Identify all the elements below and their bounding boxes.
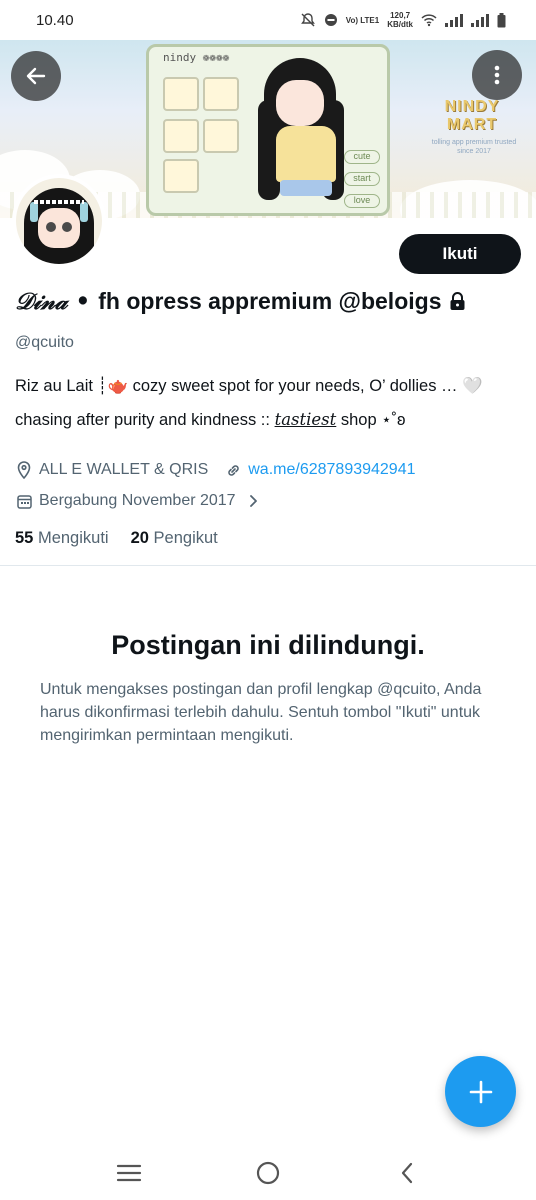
system-nav-bar xyxy=(0,1146,536,1200)
arrow-left-icon xyxy=(26,67,46,85)
display-name: 𝒟𝒾𝓃𝒶 • fh opress appremium @beloigs xyxy=(15,288,525,315)
home-circle-icon xyxy=(256,1161,280,1185)
display-name-text: fh opress appremium @beloigs xyxy=(98,288,442,314)
profile-meta-row-2[interactable]: Bergabung November 2017 xyxy=(15,492,258,510)
network-type-label: Vo) LTE1 xyxy=(345,15,380,25)
system-back-button[interactable] xyxy=(387,1153,427,1193)
followers-count: 20 xyxy=(130,529,149,547)
avatar-eye xyxy=(46,222,56,232)
protected-title: Postingan ini dilindungi. xyxy=(111,630,425,660)
banner-logo-line2: MART xyxy=(446,116,498,133)
menu-lines-icon xyxy=(117,1164,142,1182)
avatar-pearls xyxy=(34,200,84,204)
protected-message: Untuk mengakses postingan dan profil len… xyxy=(40,681,482,744)
banner-logo: NINDY MART xyxy=(430,98,514,134)
back-button[interactable] xyxy=(11,51,61,101)
network-speed-unit: KB/dtk xyxy=(387,20,413,29)
banner-logo-sub: tolling app premium trusted since 2017 xyxy=(431,139,517,155)
status-bar: 10.40 Vo) LTE1 120,7 KB/dtk xyxy=(0,0,536,40)
banner-pill-start: start xyxy=(344,172,380,186)
recent-apps-button[interactable] xyxy=(109,1153,149,1193)
following-count: 55 xyxy=(15,529,34,547)
banner-pill-cute: cute xyxy=(344,150,380,164)
banner-doll-skirt xyxy=(280,180,332,196)
status-icons: Vo) LTE1 120,7 KB/dtk xyxy=(300,11,506,29)
banner-doll-body xyxy=(276,126,336,182)
followers-label: Pengikut xyxy=(153,529,218,547)
wifi-icon xyxy=(421,14,437,27)
following-stat[interactable]: 55 Mengikuti xyxy=(15,529,109,548)
signal-strength-1-icon xyxy=(445,13,463,27)
more-options-button[interactable] xyxy=(472,50,522,100)
avatar-image xyxy=(16,178,102,264)
banner-panel-title: nindy ❁❁❁❁ xyxy=(163,51,230,64)
website-link[interactable]: wa.me/6287893942941 xyxy=(248,461,415,479)
divider xyxy=(0,565,536,566)
banner-tile xyxy=(163,119,199,153)
avatar-face xyxy=(38,208,80,248)
bio-line-1: Riz au Lait ┊🫖 cozy sweet spot for your … xyxy=(15,377,483,395)
banner-tile xyxy=(163,77,199,111)
home-button[interactable] xyxy=(248,1153,288,1193)
signal-strength-2-icon xyxy=(471,13,489,27)
lock-icon xyxy=(450,292,465,310)
avatar-eye xyxy=(62,222,72,232)
banner-tile xyxy=(163,159,199,193)
display-name-prefix: 𝒟𝒾𝓃𝒶 • xyxy=(15,288,91,315)
location-text: ALL E WALLET & QRIS xyxy=(39,461,209,478)
avatar-ribbon xyxy=(80,202,88,222)
mute-notifications-icon xyxy=(300,13,315,27)
calendar-icon xyxy=(15,492,33,510)
chevron-right-icon xyxy=(249,495,257,507)
avatar[interactable] xyxy=(12,174,106,268)
following-label: Mengikuti xyxy=(37,529,109,547)
network-speed-value: 120,7 xyxy=(390,11,411,20)
do-not-disturb-icon xyxy=(324,14,337,26)
compose-button[interactable] xyxy=(445,1056,516,1127)
battery-icon xyxy=(497,12,506,27)
profile-meta-row-1: ALL E WALLET & QRIS wa.me/6287893942941 xyxy=(15,461,416,479)
link-icon xyxy=(224,461,242,479)
banner-tile xyxy=(203,77,239,111)
bio-line-2-start: chasing after purity and kindness :: xyxy=(15,411,275,429)
bio: Riz au Lait ┊🫖 cozy sweet spot for your … xyxy=(15,370,525,437)
status-time: 10.40 xyxy=(36,11,74,29)
bio-line-2-emphasis: tastiest xyxy=(274,410,337,429)
chevron-left-icon xyxy=(401,1162,412,1184)
bio-line-2: chasing after purity and kindness :: tas… xyxy=(15,403,525,437)
more-vertical-icon xyxy=(494,65,500,85)
follow-button[interactable]: Ikuti xyxy=(399,234,521,274)
banner-doll-face xyxy=(276,80,324,126)
banner-logo-line1: NINDY xyxy=(444,98,500,115)
bio-line-2-end: shop ⋆˚ʚ xyxy=(336,411,406,429)
plus-icon xyxy=(469,1080,492,1103)
avatar-ribbon xyxy=(30,202,38,222)
banner-tile xyxy=(203,119,239,153)
follow-stats: 55 Mengikuti 20 Pengikut xyxy=(15,529,218,548)
handle: @qcuito xyxy=(15,334,74,351)
location-pin-icon xyxy=(15,461,33,479)
network-speed: 120,7 KB/dtk xyxy=(387,11,413,29)
banner-pill-love: love xyxy=(344,194,380,208)
joined-date: Bergabung November 2017 xyxy=(39,492,236,509)
followers-stat[interactable]: 20 Pengikut xyxy=(131,529,218,548)
